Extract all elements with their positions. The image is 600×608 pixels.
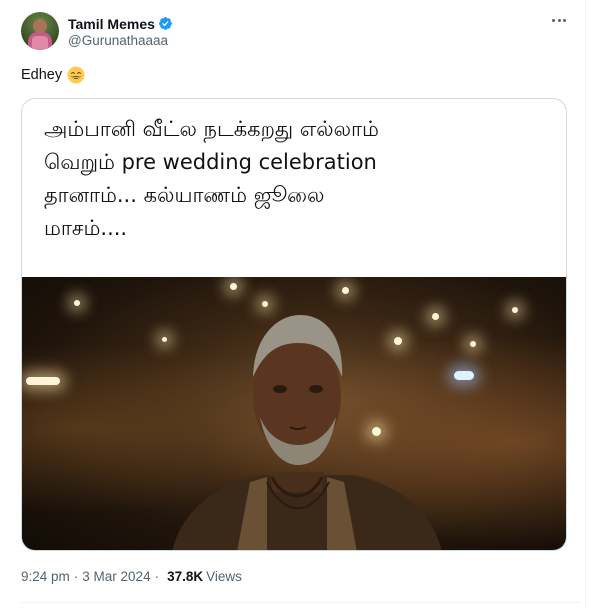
timeline-border xyxy=(585,0,586,608)
avatar[interactable] xyxy=(21,12,59,50)
meta-separator: · xyxy=(154,569,160,584)
display-name-row: Tamil Memes xyxy=(68,14,173,33)
views-count[interactable]: 37.8K xyxy=(167,569,203,584)
meme-caption-line: வெறும் pre wedding celebration xyxy=(44,150,377,174)
meme-photo[interactable] xyxy=(22,277,566,550)
meme-caption-line: மாசம்.... xyxy=(44,216,128,240)
tweet-text-content: Edhey xyxy=(21,67,63,83)
handle[interactable]: @Gurunathaaaa xyxy=(68,33,173,48)
views-label: Views xyxy=(206,569,242,584)
meme-caption: அம்பானி வீட்ல நடக்கறது எல்லாம் வெறும் pr… xyxy=(44,113,554,245)
media-card[interactable]: அம்பானி வீட்ல நடக்கறது எல்லாம் வெறும் pr… xyxy=(21,98,567,551)
tweet-date[interactable]: 3 Mar 2024 xyxy=(82,569,150,584)
tweet-time[interactable]: 9:24 pm xyxy=(21,569,70,584)
meme-caption-line: தானாம்... கல்யாணம் ஜூலை xyxy=(44,183,325,207)
display-name[interactable]: Tamil Memes xyxy=(68,16,155,32)
grinning-face-emoji-icon xyxy=(67,66,85,84)
tweet-text: Edhey xyxy=(21,66,85,84)
more-options-icon[interactable] xyxy=(549,13,569,27)
author-names: Tamil Memes @Gurunathaaaa xyxy=(68,14,173,48)
divider xyxy=(21,602,581,603)
tweet-meta: 9:24 pm · 3 Mar 2024 · 37.8K Views xyxy=(21,569,242,584)
verified-badge-icon xyxy=(158,17,172,30)
meme-caption-line: அம்பானி வீட்ல நடக்கறது எல்லாம் xyxy=(44,117,379,141)
man-figure xyxy=(172,315,442,550)
tweet: Tamil Memes @Gurunathaaaa Edhey அம்பானி … xyxy=(0,0,600,608)
tweet-header: Tamil Memes @Gurunathaaaa xyxy=(21,11,581,51)
meta-separator: · xyxy=(73,569,79,584)
